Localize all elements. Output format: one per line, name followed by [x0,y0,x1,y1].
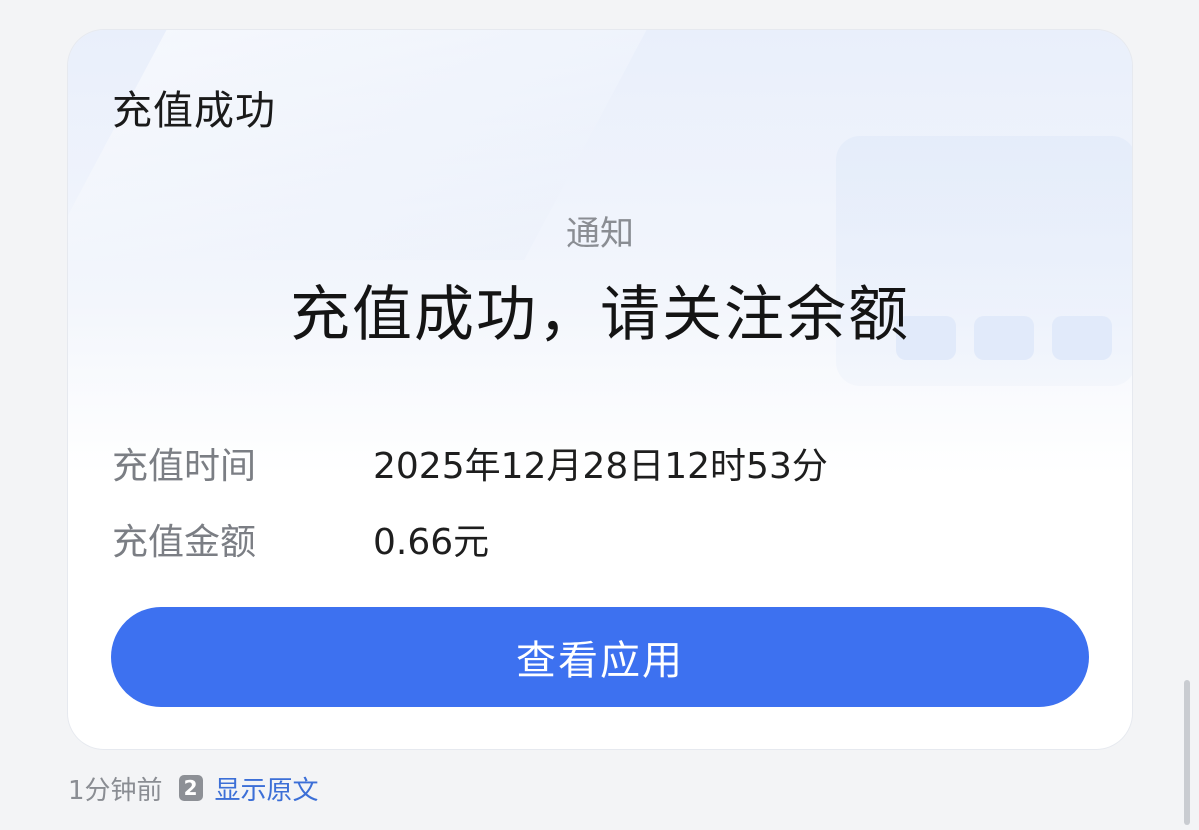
info-row-recharge-time: 充值时间 2025年12月28日12时53分 [112,437,1012,487]
scrollbar[interactable] [1184,680,1190,825]
view-app-button[interactable]: 查看应用 [111,607,1089,707]
info-row-value: 2025年12月28日12时53分 [373,446,828,487]
notice-label: 通知 [566,214,634,254]
info-row-recharge-amount: 充值金额 0.66元 [112,513,1012,563]
notice-headline: 充值成功，请关注余额 [290,280,910,350]
count-badge: 2 [178,775,203,801]
card-title: 充值成功 [112,88,276,134]
timestamp: 1分钟前 [68,775,163,806]
message-meta: 1分钟前 2 显示原文 [68,770,319,806]
show-original-link[interactable]: 显示原文 [215,770,319,807]
info-row-label: 充值金额 [112,522,257,563]
info-row-value: 0.66元 [373,522,490,563]
info-row-label: 充值时间 [112,446,257,487]
notification-card: 充值成功 通知 充值成功，请关注余额 充值时间 2025年12月28日12时53… [68,30,1132,749]
